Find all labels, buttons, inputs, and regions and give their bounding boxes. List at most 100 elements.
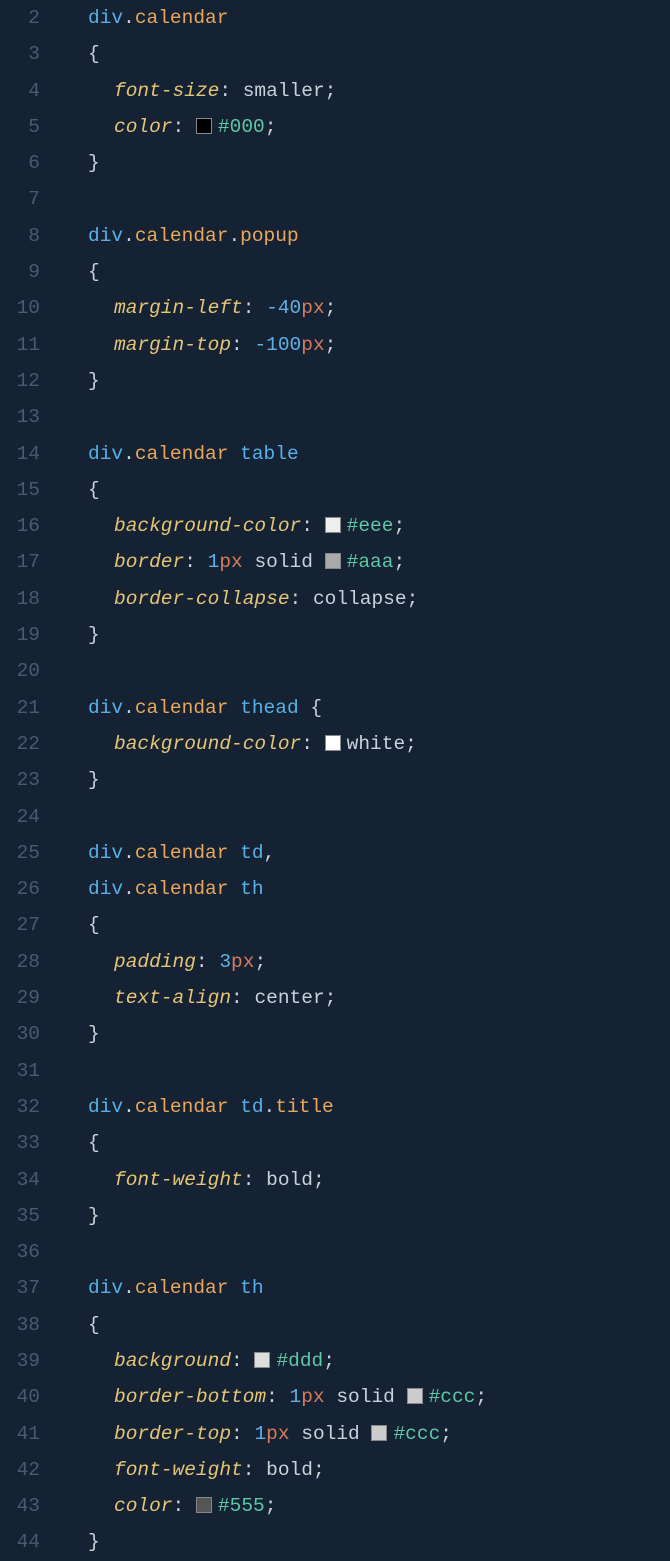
line-number: 19 bbox=[0, 617, 40, 653]
token-prop: text-align bbox=[114, 987, 231, 1009]
token-punct: : bbox=[231, 1350, 254, 1372]
code-line[interactable]: } bbox=[62, 145, 670, 181]
token-prop: color bbox=[114, 1495, 173, 1517]
token-num: 1 bbox=[208, 551, 220, 573]
code-line[interactable]: padding: 3px; bbox=[62, 944, 670, 980]
token-punct: ; bbox=[325, 987, 337, 1009]
code-line[interactable] bbox=[62, 1053, 670, 1089]
code-line[interactable] bbox=[62, 1234, 670, 1270]
code-line[interactable]: } bbox=[62, 1016, 670, 1052]
token-hex: #555 bbox=[218, 1495, 265, 1517]
line-number: 24 bbox=[0, 799, 40, 835]
code-line[interactable]: color: #000; bbox=[62, 109, 670, 145]
code-line[interactable]: { bbox=[62, 1125, 670, 1161]
code-line[interactable]: margin-top: -100px; bbox=[62, 327, 670, 363]
token-punct: } bbox=[88, 1023, 100, 1045]
line-number: 11 bbox=[0, 327, 40, 363]
code-line[interactable]: } bbox=[62, 617, 670, 653]
code-line[interactable]: text-align: center; bbox=[62, 980, 670, 1016]
code-line[interactable]: background: #ddd; bbox=[62, 1343, 670, 1379]
code-line[interactable]: div.calendar thead { bbox=[62, 690, 670, 726]
code-line[interactable]: background-color: white; bbox=[62, 726, 670, 762]
code-line[interactable]: border: 1px solid #aaa; bbox=[62, 544, 670, 580]
code-line[interactable]: } bbox=[62, 1198, 670, 1234]
token-punct: . bbox=[123, 697, 135, 719]
code-line[interactable] bbox=[62, 181, 670, 217]
code-line[interactable]: div.calendar td.title bbox=[62, 1089, 670, 1125]
token-prop: border-bottom bbox=[114, 1386, 266, 1408]
token-punct: ; bbox=[325, 297, 337, 319]
token-prop: margin-left bbox=[114, 297, 243, 319]
line-number: 13 bbox=[0, 399, 40, 435]
token-prop: border-top bbox=[114, 1423, 231, 1445]
token-cls: title bbox=[275, 1096, 334, 1118]
token-punct: : bbox=[184, 551, 207, 573]
token-val: smaller bbox=[243, 80, 325, 102]
token-punct: . bbox=[123, 443, 135, 465]
token-tag: thead bbox=[240, 697, 299, 719]
token-unit: px bbox=[301, 334, 324, 356]
code-line[interactable]: background-color: #eee; bbox=[62, 508, 670, 544]
line-number: 30 bbox=[0, 1016, 40, 1052]
code-line[interactable]: font-weight: bold; bbox=[62, 1162, 670, 1198]
line-number: 20 bbox=[0, 653, 40, 689]
code-line[interactable]: div.calendar th bbox=[62, 871, 670, 907]
line-number: 29 bbox=[0, 980, 40, 1016]
line-number: 7 bbox=[0, 181, 40, 217]
token-tag: table bbox=[240, 443, 299, 465]
code-line[interactable]: div.calendar td, bbox=[62, 835, 670, 871]
token-punct: ; bbox=[393, 515, 405, 537]
code-line[interactable]: { bbox=[62, 907, 670, 943]
code-line[interactable]: { bbox=[62, 254, 670, 290]
code-line[interactable]: div.calendar table bbox=[62, 436, 670, 472]
code-line[interactable]: { bbox=[62, 472, 670, 508]
token-cls: calendar bbox=[135, 1096, 229, 1118]
token-punct: ; bbox=[440, 1423, 452, 1445]
token-punct: . bbox=[123, 7, 135, 29]
code-line[interactable] bbox=[62, 399, 670, 435]
token-punct: ; bbox=[393, 551, 405, 573]
code-line[interactable]: color: #555; bbox=[62, 1488, 670, 1524]
token-punct: ; bbox=[265, 116, 277, 138]
code-line[interactable]: } bbox=[62, 1524, 670, 1560]
token-prop: background-color bbox=[114, 733, 301, 755]
line-number: 26 bbox=[0, 871, 40, 907]
code-line[interactable]: { bbox=[62, 1307, 670, 1343]
token-num: -40 bbox=[266, 297, 301, 319]
code-line[interactable]: { bbox=[62, 36, 670, 72]
token-punct: { bbox=[299, 697, 322, 719]
line-number: 21 bbox=[0, 690, 40, 726]
token-punct: : bbox=[243, 1459, 266, 1481]
code-line[interactable]: font-weight: bold; bbox=[62, 1452, 670, 1488]
code-line[interactable]: font-size: smaller; bbox=[62, 73, 670, 109]
token-tag: div bbox=[88, 443, 123, 465]
token-val: bold bbox=[266, 1169, 313, 1191]
token-punct: : bbox=[301, 515, 324, 537]
line-number: 40 bbox=[0, 1379, 40, 1415]
token-punct: } bbox=[88, 1205, 100, 1227]
code-line[interactable]: div.calendar th bbox=[62, 1270, 670, 1306]
code-editor-content[interactable]: div.calendar{font-size: smaller;color: #… bbox=[56, 0, 670, 1561]
line-number-gutter: 2345678910111213141516171819202122232425… bbox=[0, 0, 56, 1561]
token-punct: } bbox=[88, 152, 100, 174]
code-line[interactable]: div.calendar.popup bbox=[62, 218, 670, 254]
code-line[interactable] bbox=[62, 799, 670, 835]
code-line[interactable]: } bbox=[62, 762, 670, 798]
code-line[interactable] bbox=[62, 653, 670, 689]
code-line[interactable]: border-top: 1px solid #ccc; bbox=[62, 1416, 670, 1452]
line-number: 39 bbox=[0, 1343, 40, 1379]
code-line[interactable]: div.calendar bbox=[62, 0, 670, 36]
token-val: solid bbox=[336, 1386, 395, 1408]
line-number: 33 bbox=[0, 1125, 40, 1161]
token-punct: : bbox=[301, 733, 324, 755]
line-number: 34 bbox=[0, 1162, 40, 1198]
token-tag: td bbox=[240, 842, 263, 864]
code-line[interactable]: border-bottom: 1px solid #ccc; bbox=[62, 1379, 670, 1415]
code-line[interactable]: border-collapse: collapse; bbox=[62, 581, 670, 617]
token-tag: div bbox=[88, 225, 123, 247]
token-unit: px bbox=[219, 551, 242, 573]
code-line[interactable]: } bbox=[62, 363, 670, 399]
line-number: 5 bbox=[0, 109, 40, 145]
token-unit: px bbox=[301, 297, 324, 319]
code-line[interactable]: margin-left: -40px; bbox=[62, 290, 670, 326]
